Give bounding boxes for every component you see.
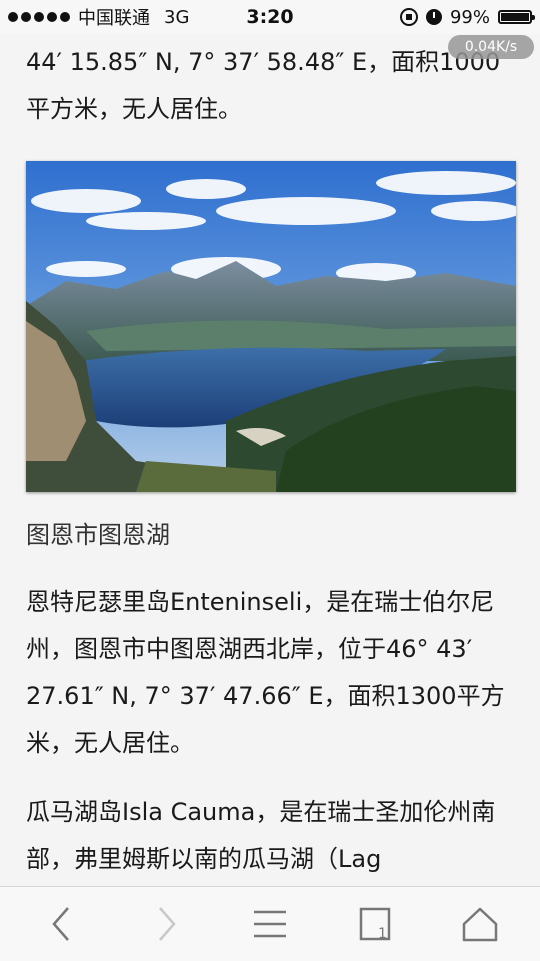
- alarm-icon: [425, 9, 442, 25]
- forward-arrow-icon: [159, 907, 176, 941]
- forward-button[interactable]: [146, 904, 186, 944]
- rotation-lock-icon: [399, 8, 418, 26]
- menu-icon: [254, 910, 286, 938]
- svg-text:1: 1: [378, 926, 387, 942]
- battery-fill: [501, 13, 529, 21]
- status-right: 99%: [399, 0, 535, 34]
- network-speed-badge: 0.04K/s: [448, 35, 534, 59]
- browser-toolbar: 1: [0, 886, 540, 961]
- tabs-button[interactable]: 1: [356, 904, 396, 944]
- home-icon: [462, 907, 498, 942]
- menu-button[interactable]: [250, 904, 290, 944]
- article-paragraph: 44′ 15.85″ N, 7° 37′ 58.48″ E，面积1000平方米，…: [26, 48, 501, 123]
- back-button[interactable]: [42, 904, 82, 944]
- article-content[interactable]: 44′ 15.85″ N, 7° 37′ 58.48″ E，面积1000平方米，…: [0, 34, 540, 886]
- lake-photo: [26, 161, 516, 492]
- article-paragraph: 恩特尼瑟里岛Enteninseli，是在瑞士伯尔尼州，图恩市中图恩湖西北岸，位于…: [26, 588, 505, 757]
- article-paragraph: 瓜马湖岛Isla Cauma，是在瑞士圣加伦州南部，弗里姆斯以南的瓜马湖（Lag: [26, 798, 496, 873]
- back-arrow-icon: [52, 907, 69, 941]
- status-bar: 中国联通 3G 3:20 99%: [0, 0, 540, 34]
- battery-icon: [498, 10, 535, 24]
- image-caption: 图恩市图恩湖: [26, 521, 170, 549]
- home-button[interactable]: [460, 904, 500, 944]
- tabs-icon: 1: [359, 907, 391, 942]
- battery-percent: 99%: [449, 6, 490, 28]
